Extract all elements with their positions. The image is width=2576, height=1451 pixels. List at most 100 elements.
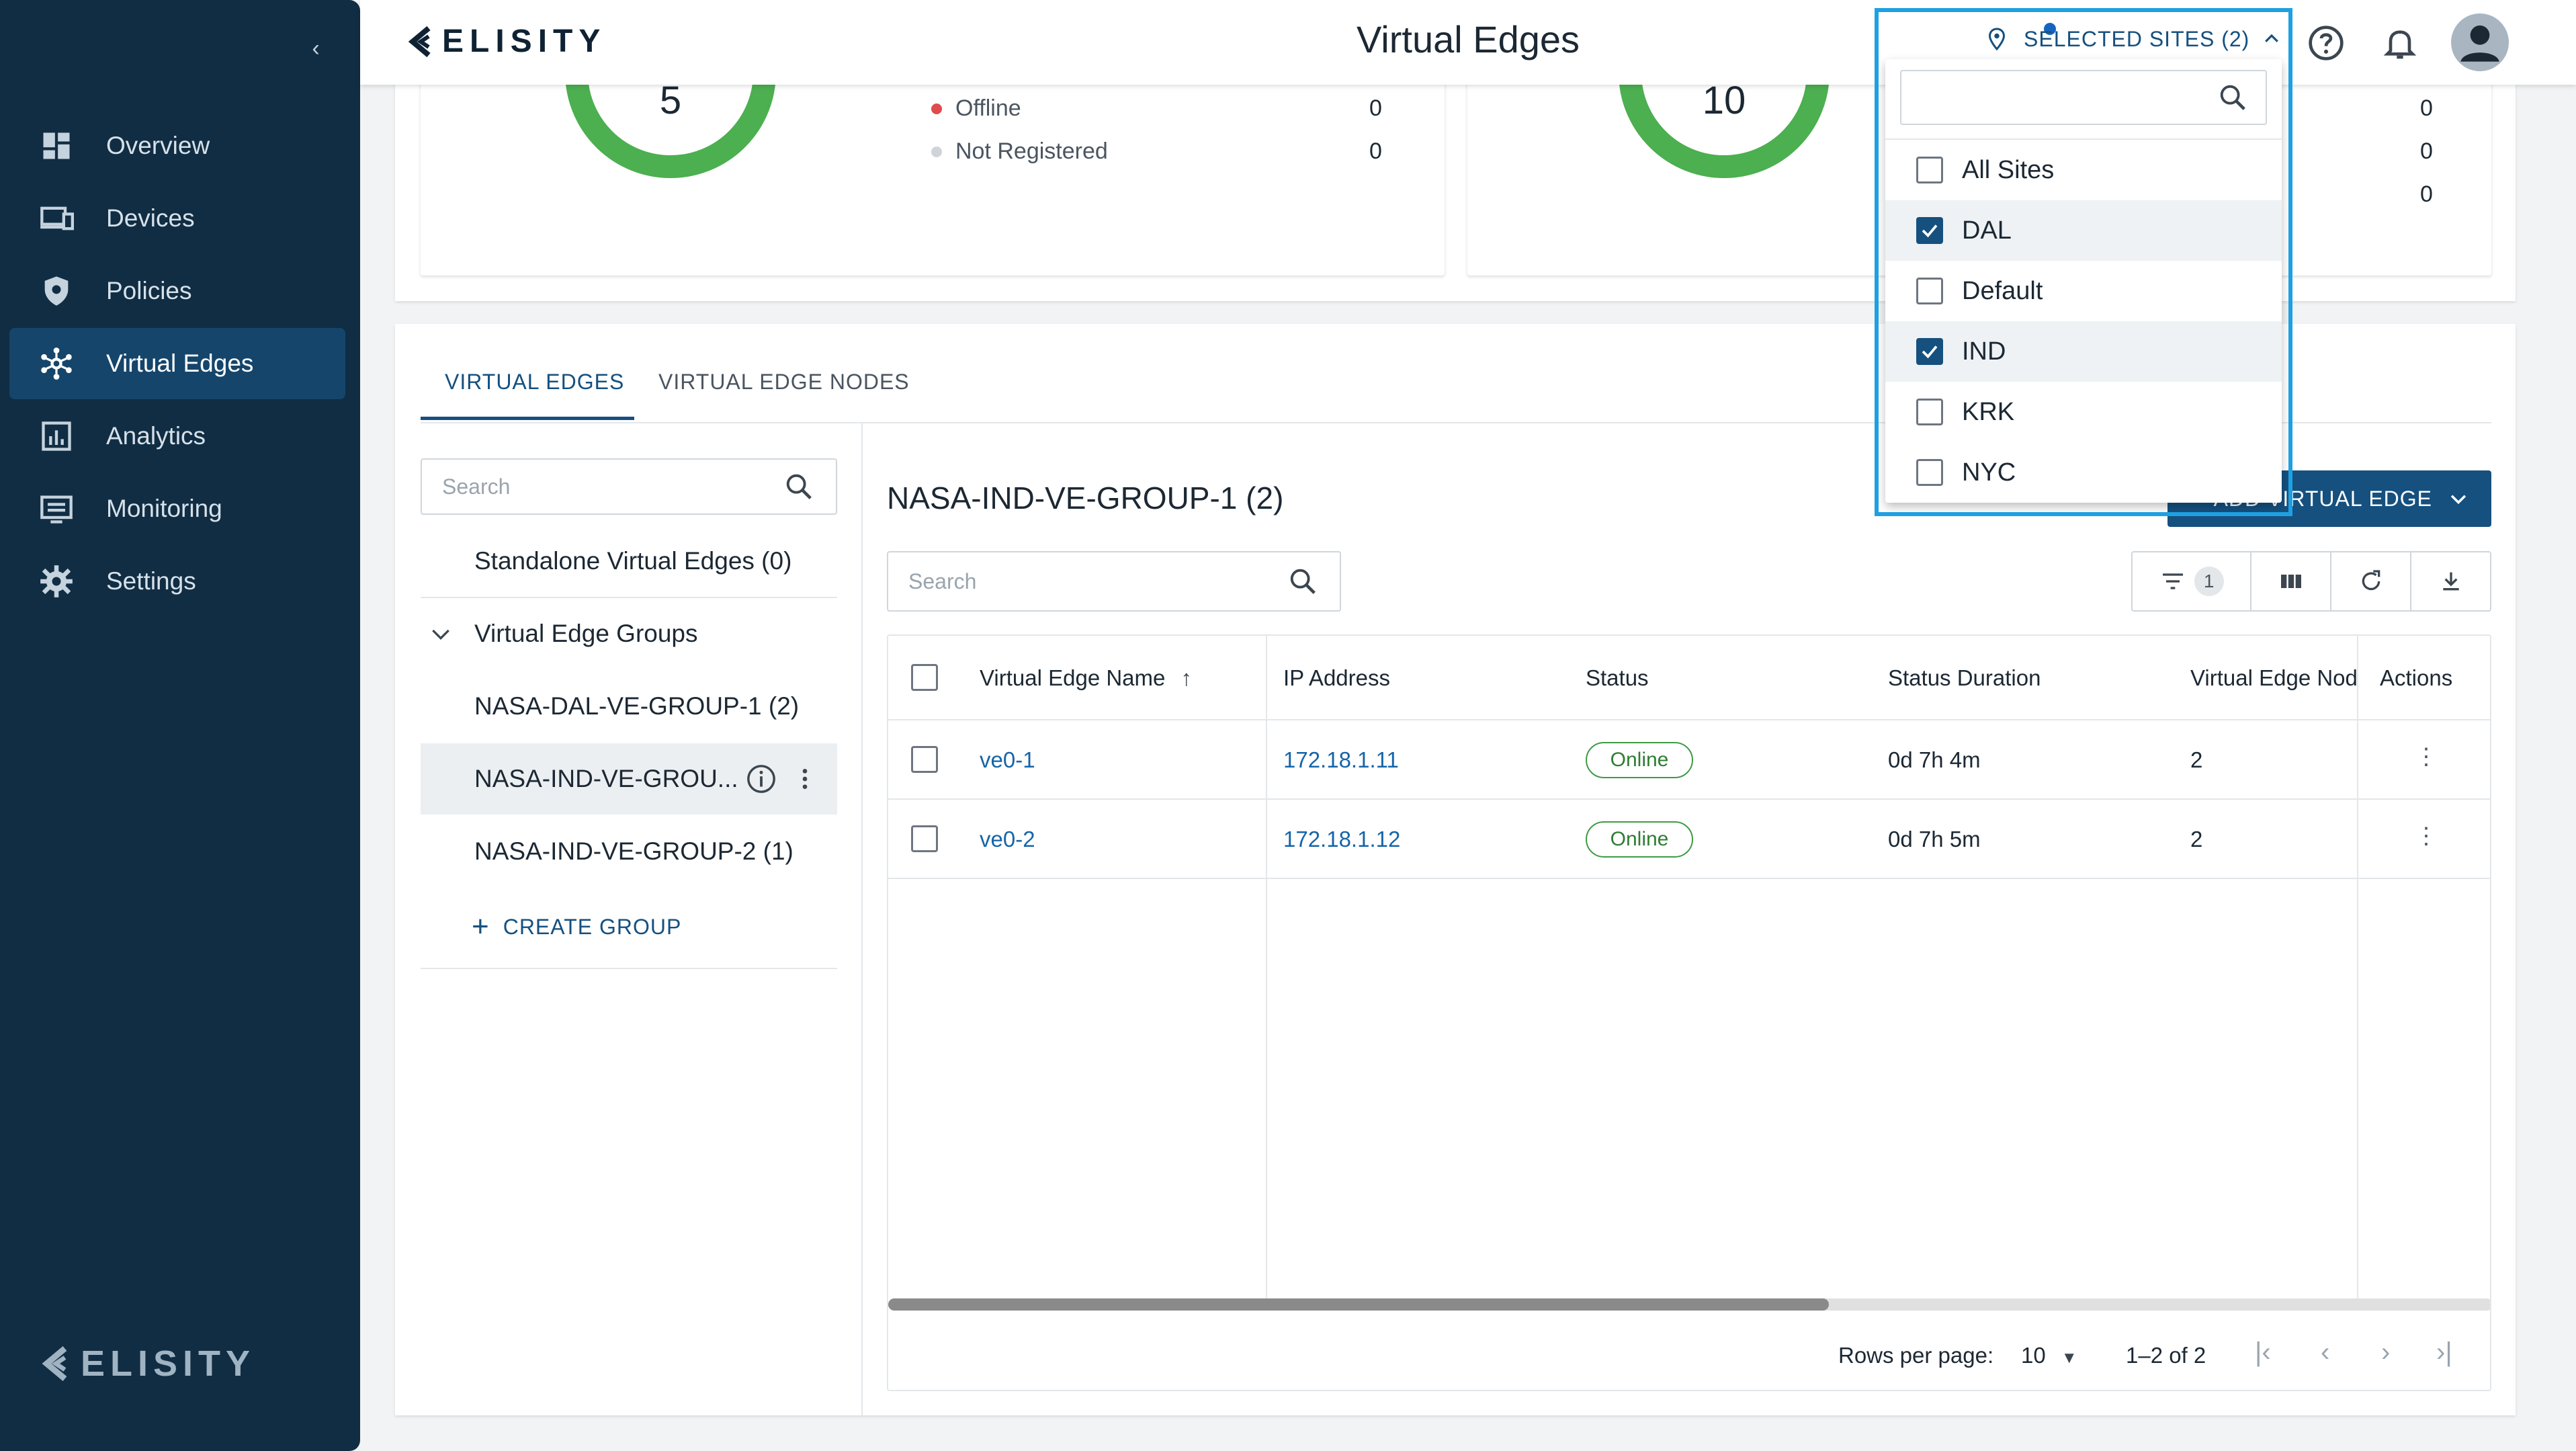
search-icon[interactable]: [2217, 82, 2248, 113]
ip-address-link[interactable]: 172.18.1.11: [1283, 747, 1399, 773]
node-count: 2: [2190, 827, 2203, 852]
group-item-label: NASA-IND-VE-GROU...: [474, 765, 738, 792]
sidebar-item-virtual-edges[interactable]: Virtual Edges: [9, 328, 345, 399]
checkmark-icon: [1922, 345, 1938, 359]
site-option-label: All Sites: [1962, 155, 2055, 184]
caret-down-icon: ▼: [2061, 1349, 2077, 1367]
devices-icon: [36, 198, 77, 239]
filter-icon: [2162, 573, 2183, 589]
sidebar-item-settings[interactable]: Settings: [9, 546, 345, 617]
row-actions-more-icon[interactable]: ⋮: [2415, 743, 2438, 770]
sites-search-input[interactable]: [1915, 71, 2197, 124]
selected-sites-button[interactable]: SELECTED SITES (2): [1985, 26, 2282, 52]
site-option-default[interactable]: Default: [1885, 261, 2282, 321]
legend-dot: [931, 146, 942, 157]
create-group-button[interactable]: + CREATE GROUP: [472, 910, 681, 944]
columns-button[interactable]: [2251, 552, 2332, 610]
filter-button[interactable]: 1: [2133, 552, 2252, 610]
user-avatar[interactable]: [2451, 13, 2509, 71]
app-logo[interactable]: ELISITY: [407, 23, 606, 60]
legend-value: 0: [2420, 181, 2433, 207]
app-logo-text: ELISITY: [442, 24, 607, 59]
site-checkbox-checked[interactable]: [1916, 338, 1943, 365]
site-option-ind[interactable]: IND: [1885, 321, 2282, 382]
site-option-krk[interactable]: KRK: [1885, 382, 2282, 442]
site-option-label: Default: [1962, 276, 2043, 305]
sidebar-item-label: Settings: [106, 567, 196, 595]
download-icon: [2442, 572, 2459, 591]
group-item[interactable]: NASA-IND-VE-GROUP-2 (1): [421, 816, 837, 887]
refresh-button[interactable]: [2331, 552, 2412, 610]
site-checkbox[interactable]: [1916, 459, 1943, 486]
legend-not-registered: Not Registered: [931, 138, 1108, 165]
info-icon[interactable]: [746, 763, 777, 794]
more-vertical-icon[interactable]: [791, 763, 818, 794]
site-option-label: NYC: [1962, 458, 2016, 487]
site-option-label: KRK: [1962, 397, 2015, 426]
sidebar-item-analytics[interactable]: Analytics: [9, 401, 345, 472]
elisity-logo-icon: [42, 1346, 67, 1381]
first-page-icon[interactable]: |‹: [2255, 1337, 2271, 1368]
select-all-checkbox[interactable]: [911, 664, 938, 691]
virtual-edge-name-link[interactable]: ve0-2: [980, 827, 1035, 852]
row-checkbox[interactable]: [911, 746, 938, 773]
site-option-label: IND: [1962, 337, 2006, 366]
elisity-logo-icon: [408, 26, 431, 57]
site-checkbox[interactable]: [1916, 399, 1943, 425]
previous-page-icon[interactable]: ‹: [2321, 1337, 2329, 1368]
column-header-status[interactable]: Status: [1586, 665, 1649, 691]
virtual-edge-search-input[interactable]: [907, 552, 1223, 610]
row-checkbox[interactable]: [911, 825, 938, 852]
site-option-nyc[interactable]: NYC: [1885, 442, 2282, 503]
column-header-nodes[interactable]: Virtual Edge Nod: [2190, 665, 2357, 691]
last-page-icon[interactable]: ›|: [2436, 1337, 2452, 1368]
group-item-label: NASA-DAL-VE-GROUP-1 (2): [474, 692, 800, 720]
site-option-all-sites[interactable]: All Sites: [1885, 140, 2282, 200]
sidebar-item-monitoring[interactable]: Monitoring: [9, 473, 345, 544]
group-item[interactable]: NASA-DAL-VE-GROUP-1 (2): [421, 671, 837, 742]
chevron-down-icon[interactable]: [427, 620, 454, 647]
tab-virtual-edges[interactable]: VIRTUAL EDGES: [445, 370, 624, 395]
horizontal-scrollbar-thumb[interactable]: [888, 1298, 1829, 1311]
legend-value: 0: [2420, 95, 2433, 121]
table-toolbar: 1: [2131, 551, 2491, 612]
tree-item-label: Standalone Virtual Edges (0): [474, 547, 792, 575]
column-header-ip[interactable]: IP Address: [1283, 665, 1390, 691]
help-icon[interactable]: [2307, 24, 2345, 62]
site-option-dal[interactable]: DAL: [1885, 200, 2282, 261]
rows-per-page-label: Rows per page:: [1838, 1343, 1994, 1368]
sidebar-item-label: Analytics: [106, 422, 206, 450]
sidebar-item-overview[interactable]: Overview: [9, 110, 345, 181]
plus-icon: +: [472, 910, 490, 943]
total-count: 10: [1702, 79, 1746, 122]
standalone-virtual-edges[interactable]: Standalone Virtual Edges (0): [421, 526, 837, 597]
column-header-status-duration[interactable]: Status Duration: [1888, 665, 2041, 691]
rows-per-page-select[interactable]: 10 ▼: [2021, 1343, 2077, 1368]
site-checkbox[interactable]: [1916, 157, 1943, 183]
column-header-actions: Actions: [2380, 665, 2453, 690]
sort-ascending-icon[interactable]: ↑: [1181, 665, 1193, 690]
column-header-name[interactable]: Virtual Edge Name ↑: [980, 665, 1192, 691]
sites-dropdown-menu: All Sites DAL Default IND KRK NYC: [1885, 59, 2282, 503]
site-checkbox-checked[interactable]: [1916, 217, 1943, 244]
refresh-icon: [2362, 570, 2380, 591]
search-icon[interactable]: [1287, 566, 1318, 597]
sidebar-logo: ELISITY: [40, 1343, 255, 1384]
site-checkbox[interactable]: [1916, 278, 1943, 304]
virtual-edge-groups-header[interactable]: Virtual Edge Groups: [421, 598, 837, 669]
group-search-input[interactable]: [441, 460, 731, 513]
chevron-down-icon: [2450, 495, 2466, 505]
tab-virtual-edge-nodes[interactable]: VIRTUAL EDGE NODES: [658, 370, 910, 395]
virtual-edge-name-link[interactable]: ve0-1: [980, 747, 1035, 773]
notifications-bell-icon[interactable]: [2381, 23, 2419, 63]
ip-address-link[interactable]: 172.18.1.12: [1283, 827, 1400, 852]
group-item-selected[interactable]: NASA-IND-VE-GROU...: [421, 743, 837, 815]
collapse-sidebar-icon[interactable]: ‹: [301, 34, 331, 63]
search-icon[interactable]: [783, 471, 814, 502]
sidebar-item-devices[interactable]: Devices: [9, 183, 345, 254]
download-button[interactable]: [2411, 552, 2490, 610]
columns-icon: [2280, 575, 2301, 588]
row-actions-more-icon[interactable]: ⋮: [2415, 823, 2438, 849]
next-page-icon[interactable]: ›: [2381, 1337, 2390, 1368]
sidebar-item-policies[interactable]: Policies: [9, 255, 345, 327]
